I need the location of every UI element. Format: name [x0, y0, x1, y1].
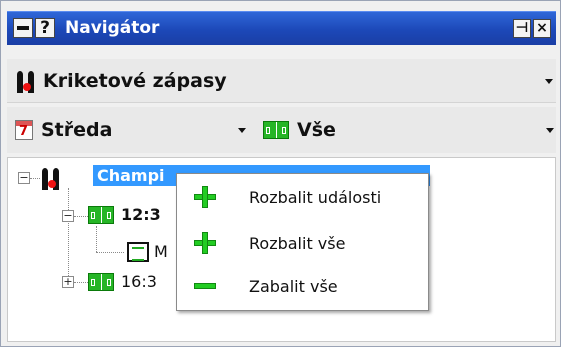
minus-icon [194, 275, 216, 297]
context-menu: Rozbalit události Rozbalit vše Zabalit v… [176, 173, 429, 311]
menu-item-collapse-all[interactable]: Zabalit vše [177, 265, 428, 307]
filter-label: Vše [297, 119, 336, 141]
chevron-down-icon[interactable] [545, 79, 553, 84]
plus-icon [194, 232, 216, 254]
navigator-window: ? Navigátor ⊣ × Kriketové zápasy 7 Střed… [0, 0, 561, 347]
expand-icon[interactable]: + [62, 276, 74, 288]
pin-icon[interactable]: ⊣ [513, 19, 531, 38]
tree-node-match-2[interactable]: 16:3 [121, 272, 157, 291]
collapse-icon[interactable]: − [18, 172, 30, 184]
field-icon [88, 206, 114, 224]
menu-item-label: Rozbalit události [249, 188, 382, 207]
menu-item-expand-events[interactable]: Rozbalit události [177, 176, 428, 218]
filter-dropdown[interactable]: Vše [263, 107, 555, 153]
title-bar[interactable]: ? Navigátor ⊣ × [7, 11, 556, 45]
day-dropdown[interactable]: 7 Středa [15, 107, 251, 153]
tree-node-market[interactable]: M [154, 242, 168, 261]
tree-node-match-1[interactable]: 12:3 [121, 205, 161, 224]
chevron-down-icon[interactable] [546, 128, 554, 133]
cricket-icon [15, 69, 37, 93]
competition-dropdown[interactable]: Kriketové zápasy [15, 59, 555, 102]
cricket-icon [40, 166, 62, 190]
close-icon[interactable]: × [533, 19, 551, 38]
help-icon[interactable]: ? [35, 18, 55, 38]
field-icon [263, 121, 289, 139]
filter-row: 7 Středa Vše [7, 107, 556, 153]
field-icon [88, 273, 114, 291]
plus-icon [194, 186, 216, 208]
day-label: Středa [41, 119, 113, 141]
calendar-icon: 7 [15, 120, 33, 140]
menu-item-expand-all[interactable]: Rozbalit vše [177, 222, 428, 264]
minimize-icon[interactable] [13, 18, 33, 38]
window-title: Navigátor [65, 18, 160, 38]
market-icon [127, 242, 149, 262]
collapse-icon[interactable]: − [62, 210, 74, 222]
competition-label: Kriketové zápasy [43, 69, 227, 92]
chevron-down-icon[interactable] [238, 128, 246, 133]
competition-row: Kriketové zápasy [7, 59, 556, 103]
menu-item-label: Rozbalit vše [249, 234, 346, 253]
menu-item-label: Zabalit vše [249, 277, 338, 296]
